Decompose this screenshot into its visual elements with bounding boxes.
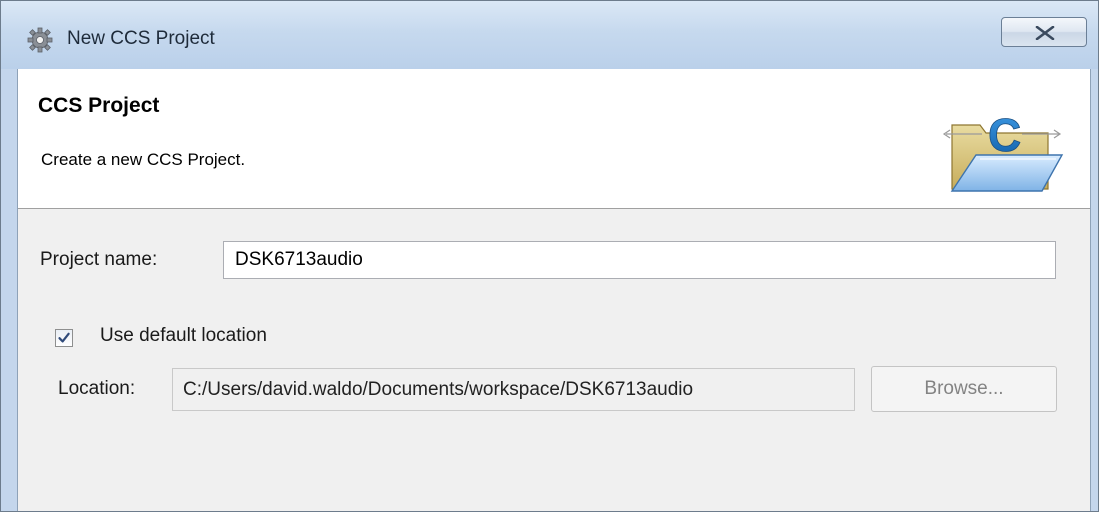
svg-text:C: C <box>988 109 1021 161</box>
location-input[interactable] <box>172 368 855 411</box>
window-title: New CCS Project <box>67 28 215 49</box>
page-description: Create a new CCS Project. <box>41 150 246 169</box>
close-icon <box>1035 26 1055 40</box>
use-default-location-checkbox[interactable] <box>55 329 73 347</box>
dialog-window: New CCS Project CCS Project Create a new… <box>0 0 1099 512</box>
header-banner: CCS Project Create a new CCS Project. C <box>18 69 1090 209</box>
page-title: CCS Project <box>38 94 160 117</box>
checkmark-icon <box>58 332 70 343</box>
dialog-content: CCS Project Create a new CCS Project. C … <box>17 69 1091 511</box>
project-name-label: Project name: <box>40 249 158 270</box>
gear-icon <box>27 27 53 53</box>
close-button[interactable] <box>1001 17 1087 47</box>
folder-c-icon: C <box>936 105 1066 195</box>
use-default-location-label[interactable]: Use default location <box>100 325 267 347</box>
browse-button[interactable]: Browse... <box>871 366 1057 412</box>
title-bar[interactable]: New CCS Project <box>1 1 1098 69</box>
location-label: Location: <box>58 378 136 399</box>
project-name-input[interactable] <box>223 241 1056 279</box>
